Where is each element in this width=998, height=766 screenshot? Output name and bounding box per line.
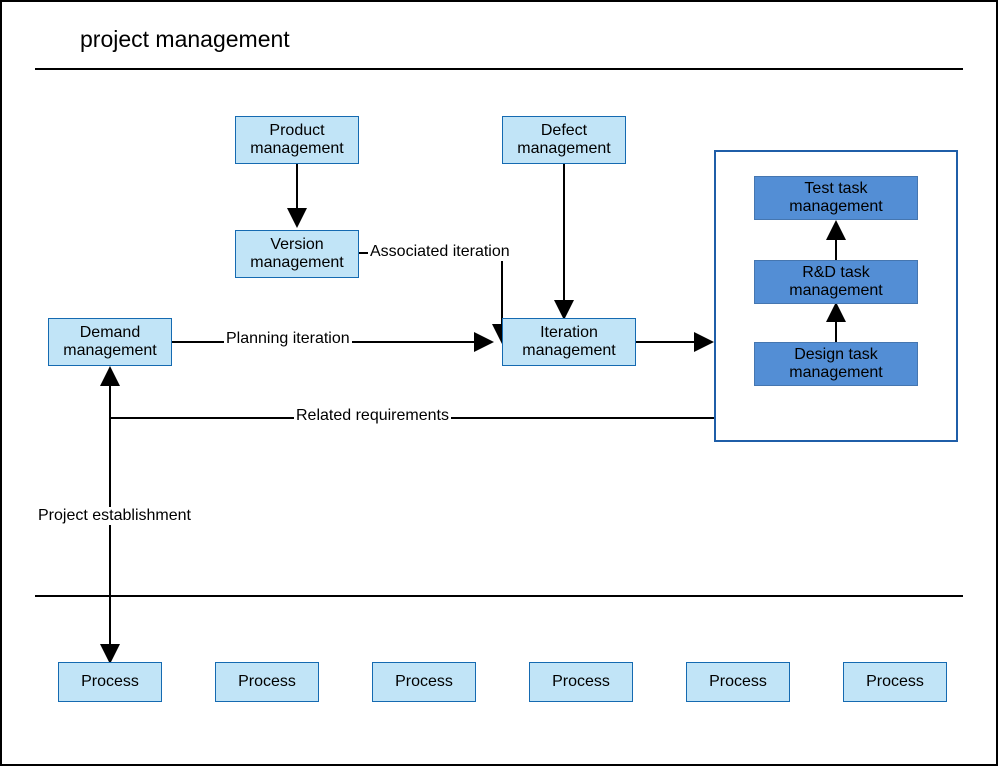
node-iteration-management: Iteration management [502,318,636,366]
node-demand-management: Demand management [48,318,172,366]
label-planning-iteration: Planning iteration [224,330,352,348]
node-process-3: Process [372,662,476,702]
diagram-canvas: project management Demand management Pro… [0,0,998,766]
label-project-establishment: Project establishment [36,507,193,525]
node-product-management: Product management [235,116,359,164]
node-design-task-management: Design task management [754,342,918,386]
divider-bottom [35,595,963,597]
node-rnd-task-management: R&D task management [754,260,918,304]
node-process-5: Process [686,662,790,702]
node-test-task-management: Test task management [754,176,918,220]
label-related-requirements: Related requirements [294,407,451,425]
diagram-title: project management [80,26,290,53]
node-process-1: Process [58,662,162,702]
divider-top [35,68,963,70]
label-associated-iteration: Associated iteration [368,243,512,261]
node-process-6: Process [843,662,947,702]
node-defect-management: Defect management [502,116,626,164]
node-process-4: Process [529,662,633,702]
node-version-management: Version management [235,230,359,278]
node-process-2: Process [215,662,319,702]
